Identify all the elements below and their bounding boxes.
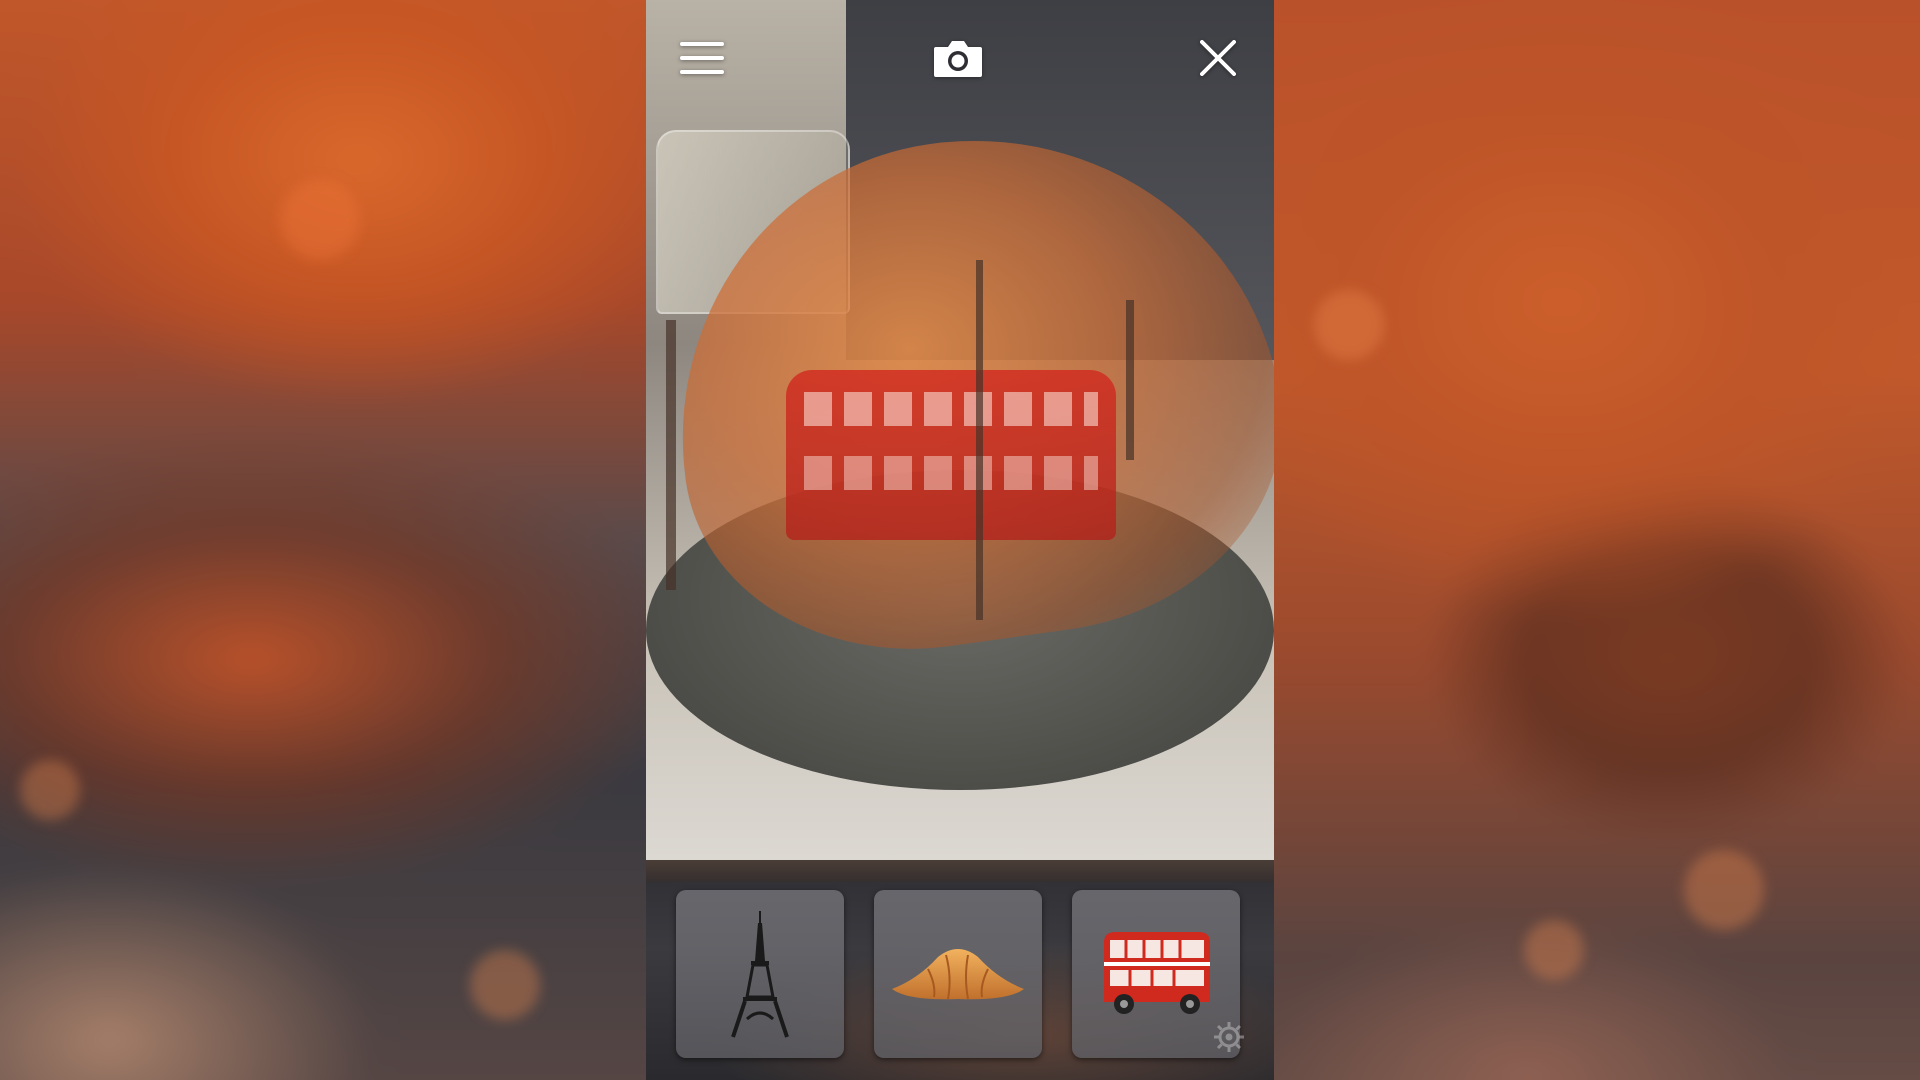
blurred-backdrop-right — [1274, 0, 1920, 1080]
close-button[interactable] — [1182, 22, 1254, 94]
eiffel-tower-icon — [731, 911, 789, 1038]
ar-bus-object — [786, 370, 1116, 540]
hamburger-menu-icon — [680, 42, 724, 74]
tray-item-eiffel-tower[interactable] — [676, 890, 844, 1058]
object-tray — [646, 860, 1274, 1080]
capture-photo-button[interactable] — [922, 22, 994, 94]
ar-camera-view[interactable] — [646, 0, 1274, 860]
tray-item-croissant[interactable] — [874, 890, 1042, 1058]
tree-trunk — [976, 260, 983, 620]
tray-divider — [646, 860, 1274, 882]
tree-trunk — [1126, 300, 1134, 460]
blurred-backdrop-left — [0, 0, 646, 1080]
video-frame — [0, 0, 1920, 1080]
gear-icon[interactable] — [1212, 1020, 1246, 1054]
camera-icon — [934, 41, 982, 77]
close-icon — [1200, 40, 1236, 76]
phone-screen — [646, 0, 1274, 1080]
london-bus-icon — [1104, 932, 1210, 1014]
menu-button[interactable] — [666, 22, 738, 94]
croissant-icon — [892, 949, 1024, 1000]
tree-trunk — [666, 320, 676, 590]
